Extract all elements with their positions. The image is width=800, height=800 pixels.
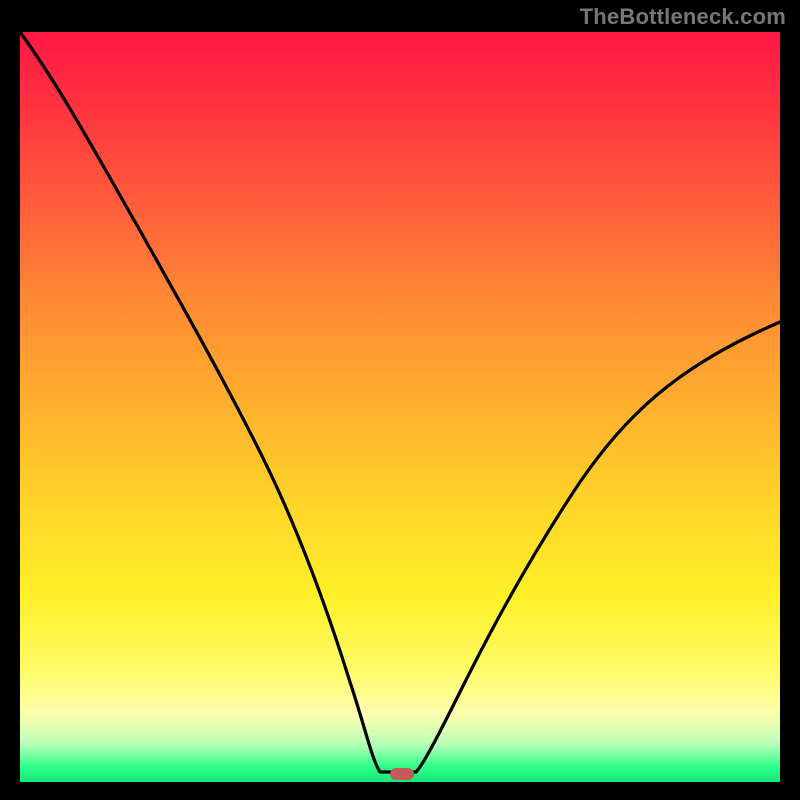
curve-path <box>20 32 780 772</box>
chart-frame: TheBottleneck.com <box>0 0 800 800</box>
bottleneck-curve <box>20 32 780 782</box>
optimal-marker <box>390 768 414 780</box>
watermark-text: TheBottleneck.com <box>580 4 786 30</box>
plot-area <box>20 32 780 782</box>
